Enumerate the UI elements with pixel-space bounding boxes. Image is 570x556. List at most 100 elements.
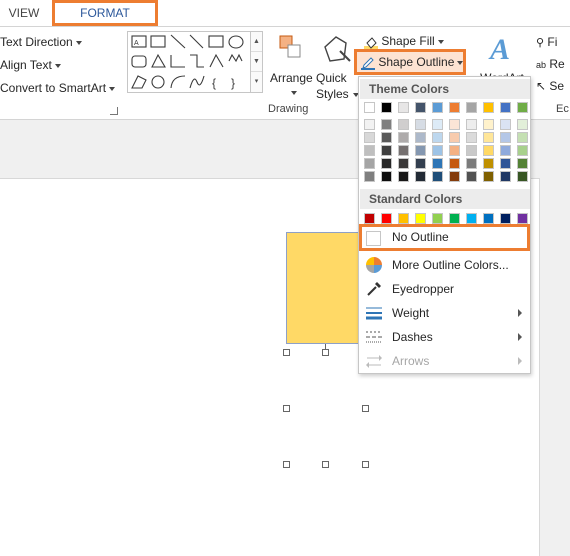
- theme-shade-swatch[interactable]: [398, 132, 409, 143]
- no-outline-item[interactable]: No Outline: [359, 224, 530, 251]
- select-button[interactable]: ↖ Se: [536, 75, 570, 97]
- theme-shade-swatch[interactable]: [398, 145, 409, 156]
- theme-shade-swatch[interactable]: [466, 119, 477, 130]
- theme-shade-swatch[interactable]: [432, 158, 443, 169]
- resize-handle-top-left[interactable]: [283, 349, 290, 356]
- theme-shade-swatch[interactable]: [517, 132, 528, 143]
- dashes-item[interactable]: Dashes: [360, 325, 530, 349]
- theme-shade-swatch[interactable]: [415, 171, 426, 182]
- theme-shade-swatch[interactable]: [432, 171, 443, 182]
- more-outline-colors-item[interactable]: More Outline Colors...: [360, 253, 530, 277]
- theme-shade-swatch[interactable]: [483, 171, 494, 182]
- standard-color-swatch[interactable]: [517, 213, 528, 224]
- theme-shade-swatch[interactable]: [415, 119, 426, 130]
- resize-handle-left[interactable]: [283, 405, 290, 412]
- theme-shade-swatch[interactable]: [381, 119, 392, 130]
- gallery-scroll-up-icon[interactable]: ▲: [251, 32, 262, 52]
- theme-shade-swatch[interactable]: [415, 145, 426, 156]
- theme-shade-swatch[interactable]: [517, 119, 528, 130]
- standard-color-swatch[interactable]: [432, 213, 443, 224]
- theme-shade-swatch[interactable]: [364, 171, 375, 182]
- theme-shade-swatch[interactable]: [449, 119, 460, 130]
- dialog-launcher-icon[interactable]: [110, 107, 118, 115]
- standard-color-swatch[interactable]: [381, 213, 392, 224]
- theme-color-swatch[interactable]: [415, 102, 426, 113]
- selected-rectangle-shape[interactable]: [286, 232, 366, 344]
- theme-shade-swatch[interactable]: [466, 171, 477, 182]
- theme-shade-swatch[interactable]: [449, 145, 460, 156]
- standard-color-swatch[interactable]: [483, 213, 494, 224]
- quick-styles-button[interactable]: Quick Styles: [316, 31, 359, 111]
- standard-color-swatch[interactable]: [466, 213, 477, 224]
- standard-color-swatch[interactable]: [415, 213, 426, 224]
- resize-handle-bottom-left[interactable]: [283, 461, 290, 468]
- theme-shade-swatch[interactable]: [398, 171, 409, 182]
- theme-shade-swatch[interactable]: [381, 158, 392, 169]
- theme-color-swatch[interactable]: [432, 102, 443, 113]
- shape-fill-button[interactable]: Shape Fill: [360, 31, 444, 51]
- theme-color-swatch[interactable]: [381, 102, 392, 113]
- theme-shade-swatch[interactable]: [381, 145, 392, 156]
- theme-color-swatch[interactable]: [398, 102, 409, 113]
- theme-shade-swatch[interactable]: [381, 171, 392, 182]
- theme-shade-swatch[interactable]: [500, 171, 511, 182]
- theme-shade-swatch[interactable]: [364, 119, 375, 130]
- theme-shade-swatch[interactable]: [381, 132, 392, 143]
- theme-shade-swatch[interactable]: [415, 132, 426, 143]
- theme-shade-swatch[interactable]: [398, 119, 409, 130]
- theme-color-swatch[interactable]: [364, 102, 375, 113]
- theme-shade-swatch[interactable]: [364, 145, 375, 156]
- convert-smartart-button[interactable]: Convert to SmartArt: [0, 77, 122, 100]
- text-direction-button[interactable]: Text Direction: [0, 31, 122, 54]
- resize-handle-bottom[interactable]: [322, 461, 329, 468]
- theme-shade-swatch[interactable]: [500, 119, 511, 130]
- standard-color-swatch[interactable]: [364, 213, 375, 224]
- theme-shade-swatch[interactable]: [483, 145, 494, 156]
- tab-view[interactable]: VIEW: [0, 0, 48, 26]
- align-text-button[interactable]: Align Text: [0, 54, 122, 77]
- theme-shade-swatch[interactable]: [432, 132, 443, 143]
- theme-color-swatch[interactable]: [449, 102, 460, 113]
- theme-shade-swatch[interactable]: [364, 158, 375, 169]
- theme-shade-swatch[interactable]: [432, 119, 443, 130]
- weight-item[interactable]: Weight: [360, 301, 530, 325]
- theme-shade-swatch[interactable]: [415, 158, 426, 169]
- theme-shade-swatch[interactable]: [500, 132, 511, 143]
- find-button[interactable]: ⚲ Fi: [536, 31, 570, 53]
- theme-shade-swatch[interactable]: [500, 158, 511, 169]
- theme-shade-swatch[interactable]: [517, 171, 528, 182]
- theme-color-swatch[interactable]: [500, 102, 511, 113]
- theme-shade-swatch[interactable]: [517, 145, 528, 156]
- theme-shade-swatch[interactable]: [398, 158, 409, 169]
- theme-shade-swatch[interactable]: [449, 158, 460, 169]
- theme-shade-swatch[interactable]: [466, 132, 477, 143]
- resize-handle-bottom-right[interactable]: [362, 461, 369, 468]
- theme-color-swatch[interactable]: [517, 102, 528, 113]
- standard-color-swatch[interactable]: [500, 213, 511, 224]
- theme-shade-swatch[interactable]: [483, 119, 494, 130]
- gallery-scroll-down-icon[interactable]: ▼: [251, 52, 262, 72]
- resize-handle-right[interactable]: [362, 405, 369, 412]
- arrange-button[interactable]: Arrange: [268, 31, 316, 111]
- standard-color-swatch[interactable]: [449, 213, 460, 224]
- theme-shade-swatch[interactable]: [364, 132, 375, 143]
- theme-color-swatch[interactable]: [483, 102, 494, 113]
- theme-shade-swatch[interactable]: [517, 158, 528, 169]
- tab-format[interactable]: FORMAT: [52, 0, 158, 26]
- shape-outline-button[interactable]: Shape Outline: [354, 49, 466, 75]
- resize-handle-top[interactable]: [322, 349, 329, 356]
- theme-shade-swatch[interactable]: [500, 145, 511, 156]
- theme-shade-swatch[interactable]: [483, 132, 494, 143]
- gallery-scrollbar[interactable]: ▲ ▼ ▾: [250, 32, 262, 92]
- standard-color-swatch[interactable]: [398, 213, 409, 224]
- theme-shade-swatch[interactable]: [449, 132, 460, 143]
- theme-shade-swatch[interactable]: [449, 171, 460, 182]
- shapes-gallery[interactable]: A { } ▲ ▼ ▾: [127, 31, 263, 93]
- theme-shade-swatch[interactable]: [466, 145, 477, 156]
- replace-button[interactable]: ab Re: [536, 53, 570, 75]
- gallery-more-icon[interactable]: ▾: [251, 72, 262, 92]
- theme-color-swatch[interactable]: [466, 102, 477, 113]
- theme-shade-swatch[interactable]: [432, 145, 443, 156]
- eyedropper-item[interactable]: Eyedropper: [360, 277, 530, 301]
- theme-shade-swatch[interactable]: [483, 158, 494, 169]
